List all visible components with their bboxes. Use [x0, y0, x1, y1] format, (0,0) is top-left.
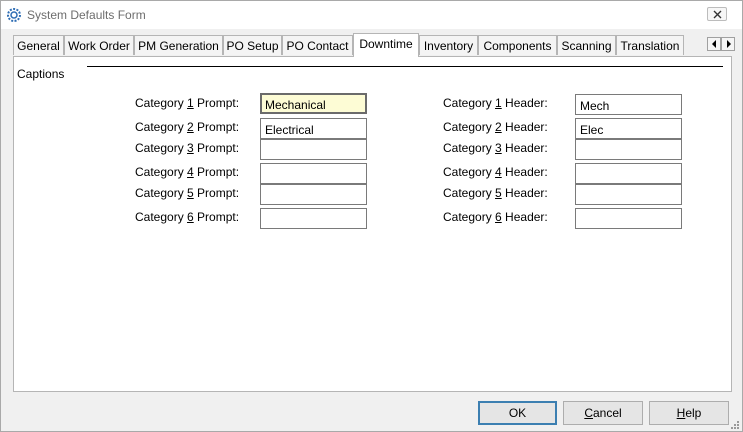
- tab-pm-generation[interactable]: PM Generation: [134, 35, 223, 55]
- tab-work-order[interactable]: Work Order: [64, 35, 134, 55]
- category-2-header-label: Category 2 Header:: [443, 120, 548, 134]
- category-1-header-label: Category 1 Header:: [443, 96, 548, 110]
- category-4-header-input[interactable]: [575, 163, 682, 184]
- help-button[interactable]: Help: [649, 401, 729, 425]
- close-icon: [713, 10, 722, 19]
- resize-grip-icon[interactable]: [729, 419, 740, 430]
- tab-scanning[interactable]: Scanning: [557, 35, 616, 55]
- category-5-prompt-input[interactable]: [260, 184, 367, 205]
- arrow-right-icon: [727, 40, 731, 48]
- arrow-left-icon: [712, 40, 716, 48]
- tab-inventory[interactable]: Inventory: [419, 35, 478, 55]
- tab-downtime[interactable]: Downtime: [353, 33, 419, 57]
- category-2-prompt-input[interactable]: [260, 118, 367, 139]
- cancel-button[interactable]: Cancel: [563, 401, 643, 425]
- close-button[interactable]: [707, 7, 727, 21]
- title-bar[interactable]: System Defaults Form: [1, 1, 742, 29]
- tab-scroll-left-button[interactable]: [707, 37, 721, 51]
- category-1-prompt-input[interactable]: [260, 93, 367, 114]
- system-defaults-window: System Defaults Form General Work Order …: [0, 0, 743, 432]
- tab-general[interactable]: General: [13, 35, 64, 55]
- category-3-header-label: Category 3 Header:: [443, 141, 548, 155]
- tab-scroll-right-button[interactable]: [721, 37, 735, 51]
- category-2-header-input[interactable]: [575, 118, 682, 139]
- window-title: System Defaults Form: [27, 8, 146, 22]
- category-2-prompt-label: Category 2 Prompt:: [135, 120, 240, 134]
- category-1-prompt-label: Category 1 Prompt:: [135, 96, 240, 110]
- category-6-prompt-input[interactable]: [260, 208, 367, 229]
- category-5-prompt-label: Category 5 Prompt:: [135, 186, 240, 200]
- tab-strip: General Work Order PM Generation PO Setu…: [13, 33, 713, 57]
- category-1-header-input[interactable]: [575, 94, 682, 115]
- tab-components[interactable]: Components: [478, 35, 557, 55]
- gear-icon: [6, 7, 22, 23]
- category-4-prompt-label: Category 4 Prompt:: [135, 165, 240, 179]
- tab-po-setup[interactable]: PO Setup: [223, 35, 282, 55]
- category-3-header-input[interactable]: [575, 139, 682, 160]
- category-4-prompt-input[interactable]: [260, 163, 367, 184]
- group-divider: [87, 66, 723, 67]
- category-5-header-label: Category 5 Header:: [443, 186, 548, 200]
- category-6-header-label: Category 6 Header:: [443, 210, 548, 224]
- captions-group-title: Captions: [17, 67, 65, 81]
- tab-po-contact[interactable]: PO Contact: [282, 35, 353, 55]
- category-3-prompt-input[interactable]: [260, 139, 367, 160]
- category-3-prompt-label: Category 3 Prompt:: [135, 141, 240, 155]
- category-6-prompt-label: Category 6 Prompt:: [135, 210, 240, 224]
- category-4-header-label: Category 4 Header:: [443, 165, 548, 179]
- downtime-panel: Captions Category 1 Prompt: Category 1 H…: [13, 56, 732, 392]
- ok-button[interactable]: OK: [478, 401, 557, 425]
- category-6-header-input[interactable]: [575, 208, 682, 229]
- category-5-header-input[interactable]: [575, 184, 682, 205]
- tab-translation[interactable]: Translation: [616, 35, 684, 55]
